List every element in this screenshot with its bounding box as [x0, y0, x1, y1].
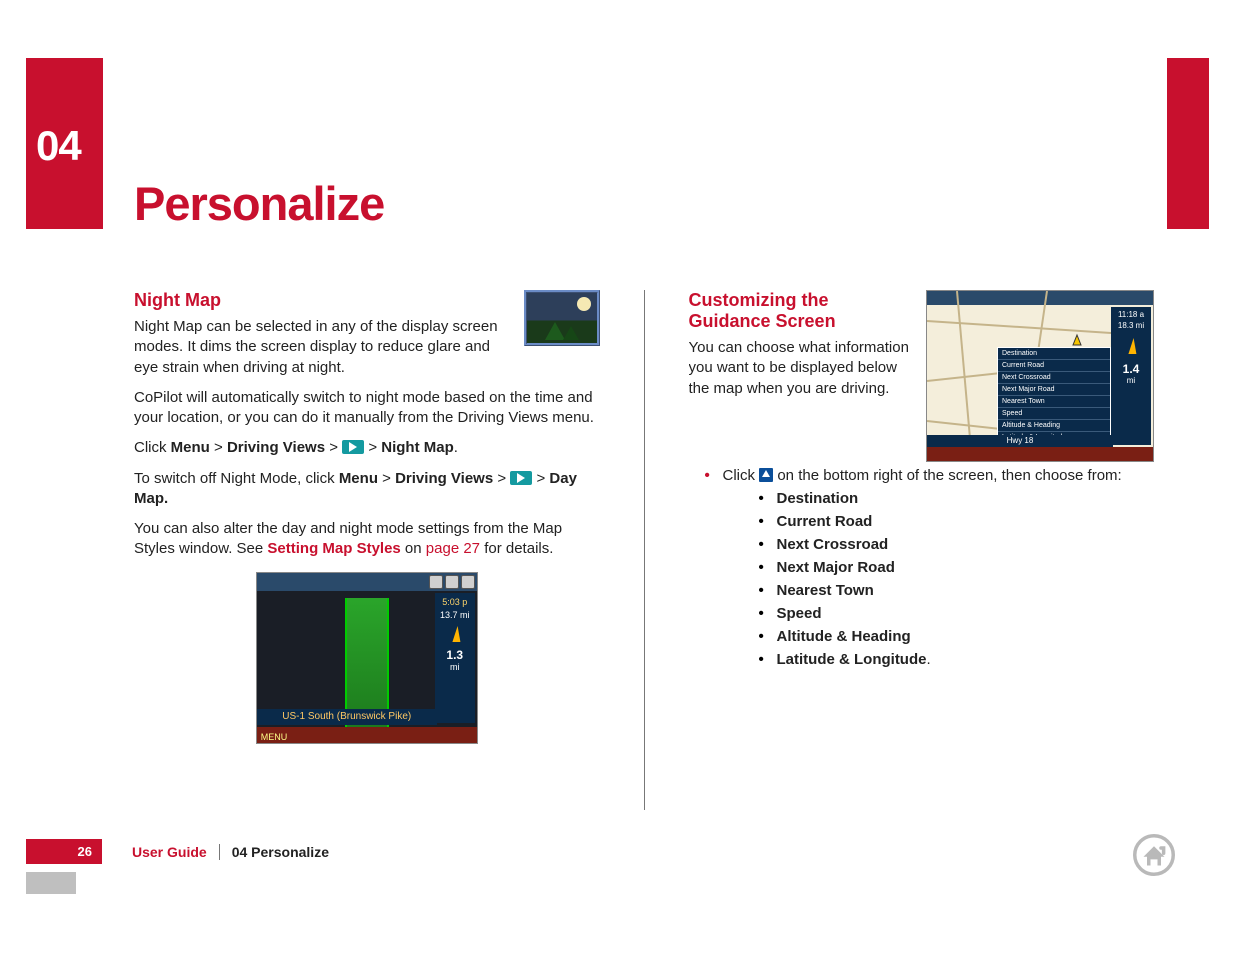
guidance-menu: DestinationCurrent Road Next CrossroadNe…	[997, 347, 1111, 445]
night-map-p2: CoPilot will automatically switch to nig…	[134, 388, 600, 429]
page-footer: 26 User Guide04 Personalize	[0, 839, 329, 864]
right-column: 11:18 a 18.3 mi 1.4 mi DestinationCurren…	[689, 290, 1155, 810]
guidance-options-list: Destination Current Road Next Crossroad …	[777, 490, 1155, 668]
night-map-screenshot: 5:03 p 13.7 mi 1.3 mi US-1 South (Brunsw…	[256, 572, 478, 744]
list-item: Nearest Town	[777, 582, 1155, 599]
turn-arrow-icon	[1126, 338, 1137, 354]
list-item: Next Major Road	[777, 559, 1155, 576]
breadcrumb: User Guide04 Personalize	[132, 844, 329, 860]
list-item: Speed	[777, 605, 1155, 622]
setting-map-styles-link[interactable]: Setting Map Styles	[267, 540, 400, 557]
guidance-screenshot: 11:18 a 18.3 mi 1.4 mi DestinationCurren…	[926, 290, 1154, 462]
chapter-title: Personalize	[134, 176, 384, 231]
list-item: Current Road	[777, 513, 1155, 530]
list-item: Latitude & Longitude.	[777, 651, 1155, 668]
list-item: Destination	[777, 490, 1155, 507]
chapter-tab-left: 04	[26, 58, 103, 229]
night-map-path-on: Click Menu > Driving Views > > Night Map…	[134, 438, 600, 458]
guidance-p1: You can choose what information you want…	[689, 338, 949, 399]
info-panel-icon	[759, 468, 773, 482]
turn-arrow-icon	[449, 626, 460, 642]
list-item: Altitude & Heading	[777, 628, 1155, 645]
home-button[interactable]	[1133, 834, 1175, 876]
play-icon	[510, 471, 532, 485]
night-map-path-off: To switch off Night Mode, click Menu > D…	[134, 469, 600, 510]
chapter-tab-right	[1167, 58, 1209, 229]
grey-tab	[26, 872, 76, 894]
page-27-link[interactable]: page 27	[426, 540, 480, 557]
list-item: Next Crossroad	[777, 536, 1155, 553]
column-divider	[644, 290, 645, 810]
play-icon	[342, 440, 364, 454]
guidance-instructions: Click on the bottom right of the screen,…	[705, 467, 1155, 484]
left-column: Night Map Night Map can be selected in a…	[134, 290, 600, 810]
chapter-number: 04	[26, 58, 103, 170]
page-number: 26	[26, 839, 102, 864]
night-map-icon	[524, 290, 600, 346]
night-map-p3: You can also alter the day and night mod…	[134, 519, 600, 560]
